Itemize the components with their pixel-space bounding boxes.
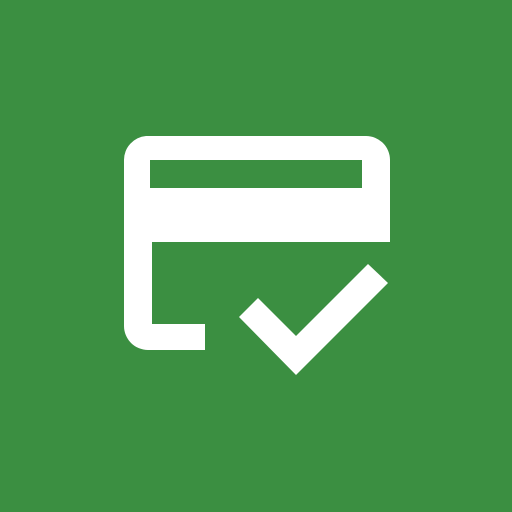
credit-card-check-icon bbox=[0, 0, 512, 512]
icon-background bbox=[0, 0, 512, 512]
app-icon-tile bbox=[0, 0, 512, 512]
